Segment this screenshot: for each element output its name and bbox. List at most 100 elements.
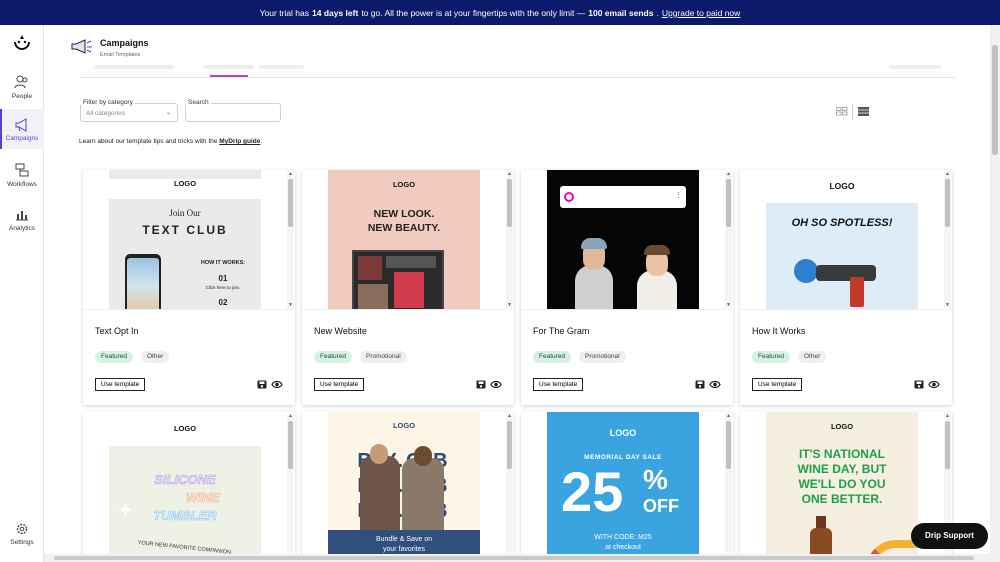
sidebar-item-analytics[interactable]: Analytics <box>0 204 44 236</box>
template-card-new-website[interactable]: LOGO NEW LOOK. NEW BEAUTY. ▲ ▼ New Websit… <box>302 170 514 405</box>
save-icon[interactable] <box>257 380 267 389</box>
sidebar-item-people[interactable]: People <box>0 72 44 104</box>
sidebar-item-campaigns[interactable]: Campaigns <box>0 109 44 149</box>
preview-line2: TEXT CLUB <box>142 223 228 237</box>
preview-scrollbar[interactable]: ▲ ▼ <box>287 171 294 308</box>
preview-logo: LOGO <box>609 428 637 438</box>
model-image <box>360 456 400 530</box>
preview-percent: % <box>643 464 668 495</box>
template-preview[interactable]: LOGO NEW LOOK. NEW BEAUTY. ▲ ▼ <box>302 170 514 310</box>
preview-eye-icon[interactable] <box>490 380 502 389</box>
preview-eye-icon[interactable] <box>271 380 283 389</box>
preview-content: LOGO IT'S NATIONAL WINE DAY, BUT WE'LL D… <box>766 412 918 562</box>
people-icon <box>14 75 28 89</box>
preview-scrollbar[interactable]: ▲ <box>506 413 513 553</box>
preview-logo: LOGO <box>830 422 854 431</box>
banner-limit: 100 email sends <box>588 7 654 18</box>
mydrip-guide-link[interactable]: MyDrip guide <box>219 138 260 145</box>
template-preview[interactable]: LOGO MEMORIAL DAY SALE 25 % OFF WITH COD… <box>521 412 733 562</box>
template-card-memorial-day-sale[interactable]: LOGO MEMORIAL DAY SALE 25 % OFF WITH COD… <box>521 412 733 562</box>
tag-featured: Featured <box>314 351 353 363</box>
sidebar-item-workflows[interactable]: Workflows <box>0 160 44 192</box>
preview-scrollbar[interactable]: ▲ ▼ <box>506 171 513 308</box>
list-view-icon[interactable] <box>858 107 869 116</box>
preview-content: LOGO Join Our TEXT CLUB HOW IT WORKS: 01… <box>109 170 261 309</box>
template-guide-text: Learn about our template tips and tricks… <box>79 138 262 145</box>
template-preview[interactable]: LOGO OH SO SPOTLESS! ▲ ▼ <box>740 170 952 310</box>
preview-caption2: your favorites <box>382 546 426 553</box>
template-card-how-it-works[interactable]: LOGO OH SO SPOTLESS! ▲ ▼ How It Works Fea… <box>740 170 952 405</box>
drip-support-button[interactable]: Drip Support <box>911 523 988 549</box>
save-icon[interactable] <box>476 380 486 389</box>
guide-text: Learn about our template tips and tricks… <box>79 138 218 145</box>
sidebar-label-workflows: Workflows <box>7 181 37 188</box>
template-preview[interactable]: ⋮ ▲ ▼ <box>521 170 733 310</box>
preview-line1: SILICONE <box>154 472 216 488</box>
drill-handle-image <box>850 277 864 307</box>
preview-how: HOW IT WORKS: <box>200 260 246 266</box>
banner-middle: to go. All the power is at your fingerti… <box>361 7 586 18</box>
preview-content: ⋮ <box>547 170 699 309</box>
model-head-image <box>370 444 388 464</box>
upgrade-link[interactable]: Upgrade to paid now <box>662 8 740 18</box>
preview-off: OFF <box>643 496 679 516</box>
person-image <box>575 265 613 309</box>
template-card-silicone-tumbler[interactable]: LOGO SILICONE WINE TUMBLER ✦ YOUR NEW FA… <box>83 412 295 562</box>
use-template-button[interactable]: Use template <box>752 378 803 391</box>
tab-hidden-3[interactable] <box>259 65 304 69</box>
analytics-icon <box>16 211 28 221</box>
drip-logo[interactable] <box>13 34 31 52</box>
active-tab-indicator <box>210 75 248 77</box>
tag-featured: Featured <box>533 351 572 363</box>
phone-image <box>125 254 161 309</box>
tag-featured: Featured <box>752 351 791 363</box>
save-icon[interactable] <box>914 380 924 389</box>
template-preview[interactable]: LOGO Join Our TEXT CLUB HOW IT WORKS: 01… <box>83 170 295 310</box>
preview-scrollbar[interactable]: ▲ <box>287 413 294 553</box>
preview-step1-text: Click here to join. <box>205 285 241 290</box>
template-preview[interactable]: LOGO SILICONE WINE TUMBLER ✦ YOUR NEW FA… <box>83 412 295 562</box>
tab-hidden-4[interactable] <box>889 65 941 69</box>
sidebar-item-settings[interactable]: Settings <box>0 522 44 552</box>
template-title: Text Opt In <box>95 326 139 336</box>
sidebar-label-settings: Settings <box>10 539 34 546</box>
preview-hero: OH SO SPOTLESS! <box>766 203 918 309</box>
preview-scrollbar[interactable]: ▲ <box>725 413 732 553</box>
preview-logo: LOGO <box>109 179 261 199</box>
use-template-button[interactable]: Use template <box>314 378 365 391</box>
sparkle-icon: ✦ <box>117 500 134 522</box>
main-content: Campaigns Email Templates All categories… <box>44 25 990 562</box>
horizontal-scrollbar[interactable] <box>44 554 990 562</box>
grid-view-icon[interactable] <box>836 107 848 116</box>
page-subtitle: Email Templates <box>100 52 141 58</box>
preview-scrollbar[interactable]: ▲ ▼ <box>725 171 732 308</box>
tab-hidden-2[interactable] <box>204 65 254 69</box>
template-card-text-opt-in[interactable]: LOGO Join Our TEXT CLUB HOW IT WORKS: 01… <box>83 170 295 405</box>
preview-logo: LOGO <box>392 180 416 189</box>
tab-hidden-1[interactable] <box>94 65 174 69</box>
save-icon[interactable] <box>695 380 705 389</box>
search-label: Search <box>186 99 211 106</box>
use-template-button[interactable]: Use template <box>95 378 146 391</box>
tag-category: Other <box>141 351 170 363</box>
page-scrollbar[interactable] <box>990 25 1000 562</box>
sidebar-label-analytics: Analytics <box>8 225 35 232</box>
preview-content: LOGO SILICONE WINE TUMBLER ✦ YOUR NEW FA… <box>109 412 261 562</box>
use-template-button[interactable]: Use template <box>533 378 584 391</box>
sidebar-label-campaigns: Campaigns <box>5 135 39 142</box>
preview-line2: WINE DAY, BUT <box>797 462 887 476</box>
preview-scrollbar[interactable]: ▲ ▼ <box>944 171 951 308</box>
preview-logo: LOGO <box>173 424 197 433</box>
preview-eye-icon[interactable] <box>928 380 940 389</box>
preview-code: WITH CODE: M25 <box>594 534 652 541</box>
template-card-for-the-gram[interactable]: ⋮ ▲ ▼ For The Gram Featured Promotional U… <box>521 170 733 405</box>
template-card-byob[interactable]: LOGO B.Y.O.B B.Y.O.B B.Y.O.B Bundle & Sa… <box>302 412 514 562</box>
preview-content: LOGO OH SO SPOTLESS! <box>766 170 918 309</box>
page-title: Campaigns <box>100 38 149 48</box>
preview-code2: at checkout <box>605 544 641 551</box>
preview-step1: 01 <box>218 274 228 283</box>
view-toggle-separator <box>852 104 853 120</box>
tabs-divider <box>79 77 955 78</box>
template-preview[interactable]: LOGO B.Y.O.B B.Y.O.B B.Y.O.B Bundle & Sa… <box>302 412 514 562</box>
preview-eye-icon[interactable] <box>709 380 721 389</box>
